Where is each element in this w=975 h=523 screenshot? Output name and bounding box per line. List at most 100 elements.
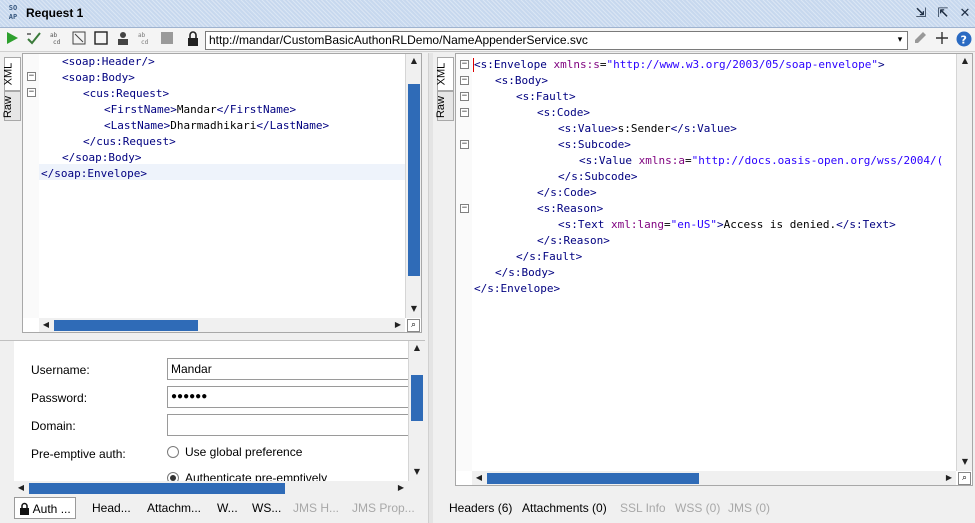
svg-text:ab: ab xyxy=(50,32,58,39)
scroll-thumb[interactable] xyxy=(29,483,285,494)
tab-wss[interactable]: W... xyxy=(217,497,238,519)
scroll-left-icon[interactable]: ◀ xyxy=(14,481,28,495)
request-xml-editor[interactable]: − − <soap:Header/> <soap:Body> <cus:Reques… xyxy=(22,53,422,333)
tab-jms-properties: JMS Prop... xyxy=(352,501,415,515)
fold-toggle-icon[interactable]: − xyxy=(460,108,469,117)
tab-response-headers[interactable]: Headers (6) xyxy=(449,497,512,519)
xml-token: </s:Reason> xyxy=(537,234,610,247)
fold-toggle-icon[interactable]: − xyxy=(460,92,469,101)
xml-token: xml:lang xyxy=(610,218,664,231)
maximize-icon[interactable]: ⇱ xyxy=(934,5,952,23)
chevron-down-icon[interactable]: ▾ xyxy=(893,32,907,49)
xml-token: Dharmadhikari xyxy=(170,119,257,132)
encoding-icon[interactable]: ab cd xyxy=(136,31,154,49)
fold-toggle-icon[interactable]: − xyxy=(460,140,469,149)
xml-line: <soap:Body> xyxy=(41,70,329,86)
fold-toggle-icon[interactable]: − xyxy=(460,60,469,69)
scroll-left-icon[interactable]: ◀ xyxy=(39,318,53,332)
stop-icon[interactable] xyxy=(158,31,176,49)
tab-auth[interactable]: Auth ... xyxy=(14,497,76,519)
detach-icon[interactable]: ⇲ xyxy=(912,5,930,23)
scroll-up-icon[interactable]: ▲ xyxy=(958,54,972,68)
xml-line: </s:Fault> xyxy=(474,249,943,265)
domain-field[interactable] xyxy=(167,414,409,436)
xml-token: </s:Envelope> xyxy=(474,282,561,295)
zoom-icon[interactable]: ⌕ xyxy=(958,472,971,485)
global-preference-radio[interactable] xyxy=(167,446,179,458)
tab-response-xml[interactable]: XML xyxy=(435,57,454,91)
user-icon[interactable] xyxy=(114,31,132,49)
xml-token: xmlns:s xyxy=(553,58,600,71)
scroll-down-icon[interactable]: ▼ xyxy=(958,455,972,469)
fold-toggle-icon[interactable]: − xyxy=(27,72,36,81)
xml-line: </s:Body> xyxy=(474,265,943,281)
xml-token: "http://www.w3.org/2003/05/soap-envelope… xyxy=(606,58,878,71)
scroll-down-icon[interactable]: ▼ xyxy=(410,465,424,479)
format-icon[interactable]: ab cd xyxy=(48,31,66,49)
xml-line: <LastName>Dharmadhikari</LastName> xyxy=(41,118,329,134)
response-horizontal-scrollbar[interactable]: ◀ ▶ xyxy=(472,471,956,485)
xml-token: = xyxy=(663,218,671,231)
tab-response-attachments[interactable]: Attachments (0) xyxy=(522,497,607,519)
scroll-thumb[interactable] xyxy=(54,320,198,331)
fold-toggle-icon[interactable]: − xyxy=(27,88,36,97)
xml-token: </LastName> xyxy=(256,119,330,132)
help-icon[interactable]: ? xyxy=(955,31,973,49)
add-icon[interactable] xyxy=(933,31,951,49)
tab-ws-addressing[interactable]: WS... xyxy=(252,497,281,519)
xml-line: <s:Envelope xmlns:s="http://www.w3.org/2… xyxy=(474,57,943,73)
soap-logo-icon: SO AP xyxy=(8,4,18,21)
tab-response-raw[interactable]: Raw xyxy=(435,91,454,121)
username-label: Username: xyxy=(31,363,90,377)
password-field[interactable]: ●●●●●● xyxy=(167,386,409,408)
tab-attachments[interactable]: Attachm... xyxy=(147,497,201,519)
zoom-icon[interactable]: ⌕ xyxy=(407,319,420,332)
scroll-thumb[interactable] xyxy=(487,473,699,484)
close-icon[interactable]: ✕ xyxy=(956,5,974,23)
create-assertion-icon[interactable] xyxy=(25,31,43,49)
xml-line: </s:Code> xyxy=(474,185,943,201)
xml-token: <s:Fault> xyxy=(516,90,576,103)
scroll-up-icon[interactable]: ▲ xyxy=(407,54,421,68)
scroll-left-icon[interactable]: ◀ xyxy=(472,471,486,485)
response-vertical-scrollbar[interactable]: ▲ ▼ xyxy=(956,54,972,471)
scroll-right-icon[interactable]: ▶ xyxy=(394,481,408,495)
xml-token: </cus:Request> xyxy=(83,135,176,148)
fold-toggle-icon[interactable]: − xyxy=(460,76,469,85)
tab-request-xml[interactable]: XML xyxy=(2,57,21,91)
pane-splitter[interactable] xyxy=(428,53,433,523)
split-view-icon[interactable] xyxy=(92,31,110,49)
xml-line: <s:Code> xyxy=(474,105,943,121)
xml-token: <s:Value> xyxy=(558,122,618,135)
auth-panel: Username: Mandar Password: ●●●●●● Domain… xyxy=(0,340,425,495)
fold-toggle-icon[interactable]: − xyxy=(460,204,469,213)
username-field[interactable]: Mandar xyxy=(167,358,409,380)
xml-line: <s:Text xml:lang="en-US">Access is denie… xyxy=(474,217,943,233)
auth-vertical-scrollbar[interactable]: ▲ ▼ xyxy=(408,341,425,481)
submit-request-icon[interactable] xyxy=(3,31,21,49)
xml-line: <s:Reason> xyxy=(474,201,943,217)
endpoint-url-input[interactable]: http://mandar/CustomBasicAuthonRLDemo/Na… xyxy=(205,31,908,50)
xml-line: </s:Envelope> xyxy=(474,281,943,297)
response-xml-editor[interactable]: − − − − − − <s:Envelope xmlns:s="http://… xyxy=(455,53,973,486)
tab-response-jms: JMS (0) xyxy=(728,501,770,515)
expand-editor-icon[interactable] xyxy=(70,31,88,49)
scroll-thumb[interactable] xyxy=(408,84,420,276)
scroll-right-icon[interactable]: ▶ xyxy=(942,471,956,485)
scroll-up-icon[interactable]: ▲ xyxy=(410,341,424,355)
scroll-right-icon[interactable]: ▶ xyxy=(391,318,405,332)
request-vertical-scrollbar[interactable]: ▲ ▼ xyxy=(405,54,421,318)
response-fold-gutter: − − − − − − xyxy=(456,54,472,471)
scroll-thumb[interactable] xyxy=(411,375,423,421)
auth-horizontal-scrollbar[interactable]: ◀ ▶ xyxy=(14,481,408,495)
xml-token: Mandar xyxy=(176,103,217,116)
request-horizontal-scrollbar[interactable]: ◀ ▶ xyxy=(39,318,405,332)
xml-token: </soap:Body> xyxy=(62,151,142,164)
tab-headers[interactable]: Head... xyxy=(92,497,131,519)
scroll-down-icon[interactable]: ▼ xyxy=(407,302,421,316)
request-xml-content: <soap:Header/> <soap:Body> <cus:Request> <F… xyxy=(41,54,329,182)
lock-icon xyxy=(20,502,29,515)
edit-endpoint-icon[interactable] xyxy=(912,31,930,49)
tab-request-raw[interactable]: Raw xyxy=(2,91,21,121)
svg-text:ab: ab xyxy=(138,32,146,39)
